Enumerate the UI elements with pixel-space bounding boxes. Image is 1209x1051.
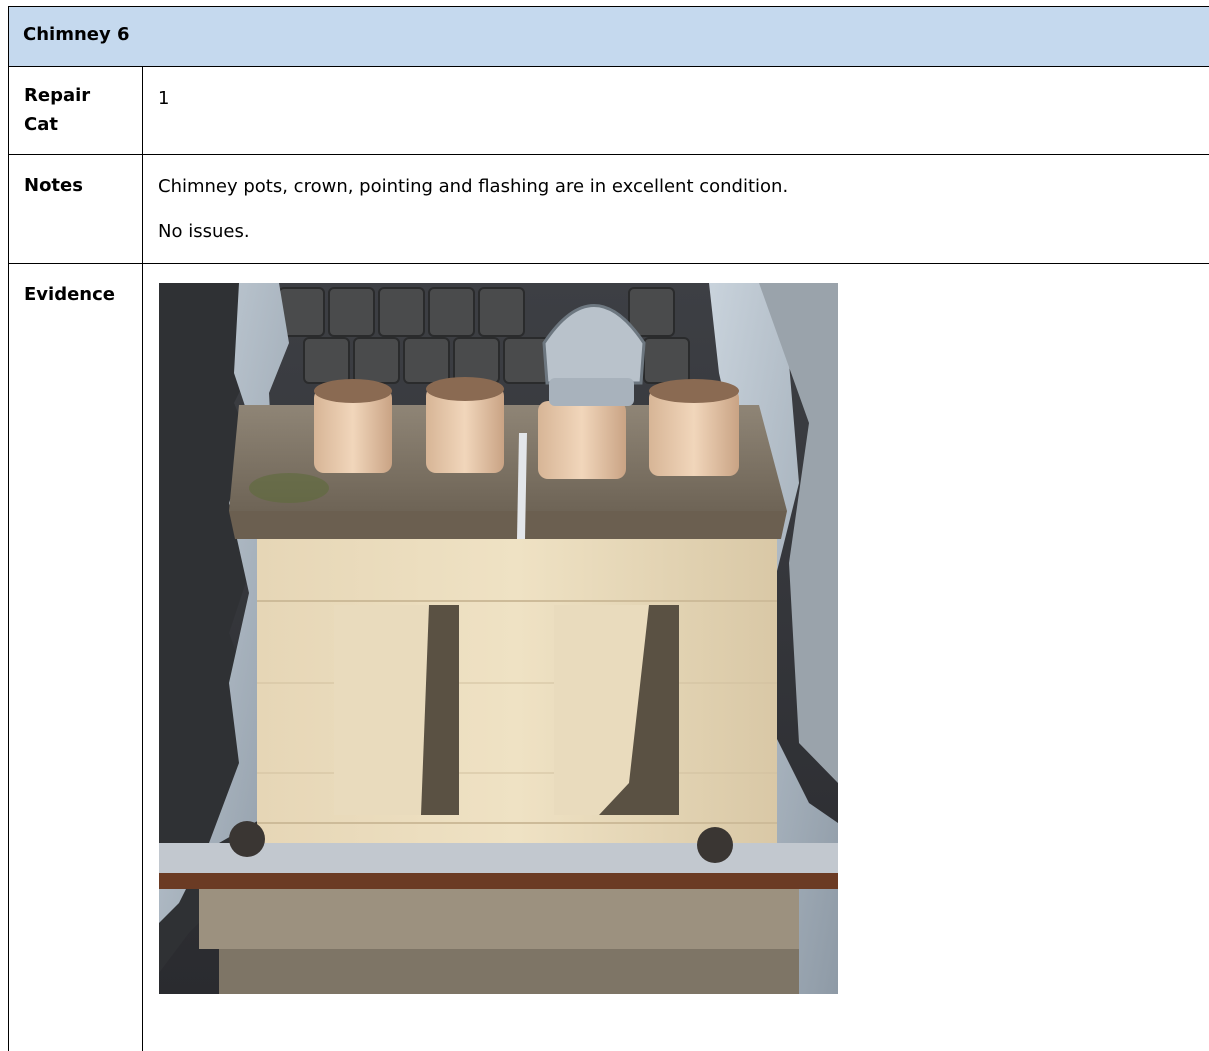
section-title: Chimney 6 xyxy=(23,24,130,45)
row-divider xyxy=(8,263,1209,264)
evidence-label: Evidence xyxy=(24,284,115,305)
notes-label: Notes xyxy=(24,175,83,196)
repair-cat-label-line1: Repair xyxy=(24,85,91,106)
notes-line-1: Chimney pots, crown, pointing and flashi… xyxy=(158,176,789,197)
row-divider xyxy=(8,154,1209,155)
table-border-top xyxy=(8,6,1209,7)
repair-cat-label-line2: Cat xyxy=(24,114,58,135)
chimney-photo xyxy=(159,283,838,994)
column-divider xyxy=(142,66,143,1051)
repair-cat-value: 1 xyxy=(158,88,170,109)
table-header xyxy=(9,7,1209,66)
row-divider xyxy=(8,66,1209,67)
repair-cat-label: Repair Cat xyxy=(24,81,90,139)
table-border-left xyxy=(8,6,9,1051)
notes-line-2: No issues. xyxy=(158,221,250,242)
